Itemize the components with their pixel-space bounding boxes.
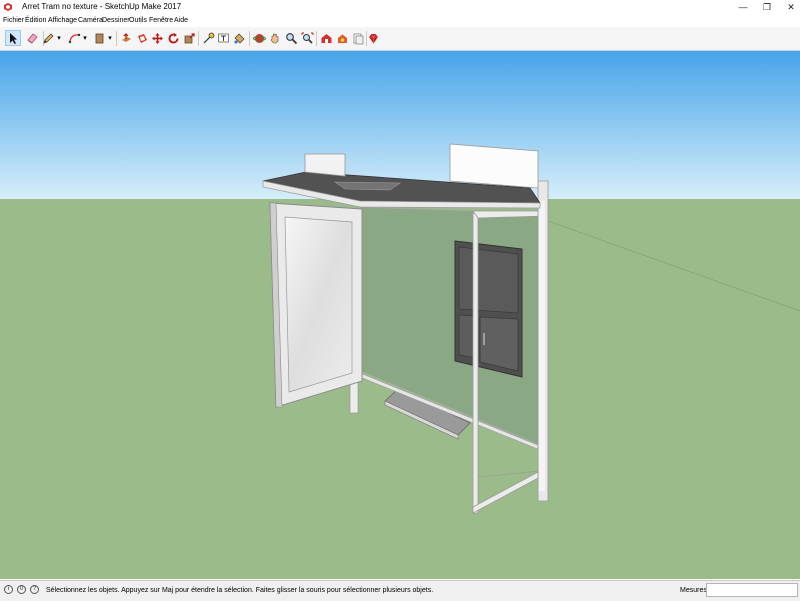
toolbar-separator <box>249 31 250 46</box>
menu-edition[interactable]: Édition <box>25 16 46 25</box>
extension-manager-tool[interactable] <box>365 30 381 46</box>
menu-camera[interactable]: Caméra <box>78 16 103 25</box>
menu-aide[interactable]: Aide <box>174 16 188 25</box>
toolbar-separator <box>316 31 317 46</box>
orbit-tool[interactable] <box>251 30 267 46</box>
warehouse-tool[interactable] <box>318 30 334 46</box>
timetable-panel <box>454 240 523 378</box>
ruby-gem-icon <box>368 33 378 43</box>
pan-tool[interactable] <box>267 30 283 46</box>
model-viewport[interactable] <box>0 51 800 579</box>
menu-fichier[interactable]: Fichier <box>3 16 24 25</box>
paint-bucket-tool[interactable] <box>231 30 247 46</box>
getting-started-toolbar: ▾ ▾ ▾ <box>0 27 800 51</box>
menu-affichage[interactable]: Affichage <box>48 16 77 25</box>
line-tool-dropdown[interactable]: ▾ <box>55 30 63 46</box>
extension-warehouse-tool[interactable] <box>334 30 350 46</box>
offset-icon <box>137 33 147 43</box>
window-title: Arret Tram no texture - SketchUp Make 20… <box>22 2 182 11</box>
warehouse-icon <box>321 33 331 43</box>
rectangle-icon <box>95 33 103 43</box>
measurements-label: Mesures <box>680 587 707 594</box>
status-bar: i 0 ? Sélectionnez les objets. Appuyez s… <box>0 580 800 601</box>
roof-sign-left <box>304 153 346 177</box>
advertising-panel <box>269 202 363 408</box>
roof-sign-right <box>449 143 539 189</box>
arc-tool[interactable] <box>66 30 82 46</box>
shape-tool[interactable] <box>91 30 107 46</box>
menu-bar: Fichier Édition Affichage Caméra Dessine… <box>0 14 800 27</box>
zoom-tool[interactable] <box>283 30 299 46</box>
scale-tool[interactable] <box>181 30 197 46</box>
shape-tool-dropdown[interactable]: ▾ <box>106 30 114 46</box>
user-icon[interactable]: ? <box>30 585 39 594</box>
arc-tool-dropdown[interactable]: ▾ <box>81 30 89 46</box>
text-tool[interactable] <box>215 30 231 46</box>
tape-measure-icon <box>203 32 214 43</box>
line-tool[interactable] <box>40 30 56 46</box>
push-pull-tool[interactable] <box>118 30 134 46</box>
zoom-extents-tool[interactable] <box>299 30 315 46</box>
send-to-layout-tool[interactable] <box>350 30 366 46</box>
toolbar-separator <box>116 31 117 46</box>
geolocation-icon[interactable]: 0 <box>17 585 26 594</box>
info-icon[interactable]: i <box>4 585 13 594</box>
close-button[interactable]: ✕ <box>776 0 800 14</box>
paint-bucket-icon <box>234 33 244 43</box>
select-tool[interactable] <box>5 30 21 46</box>
extension-warehouse-icon <box>337 34 347 43</box>
title-bar: Arret Tram no texture - SketchUp Make 20… <box>0 0 800 14</box>
push-pull-icon <box>121 32 131 42</box>
menu-fenetre[interactable]: Fenêtre <box>149 16 173 25</box>
eraser-tool[interactable] <box>24 30 40 46</box>
menu-outils[interactable]: Outils <box>129 16 147 25</box>
scale-icon <box>184 32 195 43</box>
move-icon <box>151 32 163 44</box>
sketchup-logo-icon <box>4 3 12 11</box>
orbit-icon <box>252 33 266 43</box>
model-scene[interactable] <box>0 51 800 579</box>
rotate-icon <box>168 32 178 43</box>
pencil-icon <box>42 33 53 44</box>
status-message: Sélectionnez les objets. Appuyez sur Maj… <box>46 587 434 594</box>
magnifier-icon <box>285 32 297 44</box>
menu-dessiner[interactable]: Dessiner <box>102 16 130 25</box>
arrow-cursor-icon <box>9 32 17 44</box>
sky <box>0 51 800 199</box>
eraser-icon <box>26 33 38 43</box>
rotate-tool[interactable] <box>165 30 181 46</box>
layout-icon <box>353 33 363 44</box>
measurements-input[interactable] <box>706 583 798 597</box>
tape-measure-tool[interactable] <box>200 30 216 46</box>
move-tool[interactable] <box>149 30 165 46</box>
toolbar-separator <box>198 31 199 46</box>
text-icon <box>217 33 229 42</box>
zoom-extents-icon <box>301 32 313 44</box>
arc-icon <box>68 33 80 43</box>
hand-icon <box>270 33 278 43</box>
offset-tool[interactable] <box>134 30 150 46</box>
